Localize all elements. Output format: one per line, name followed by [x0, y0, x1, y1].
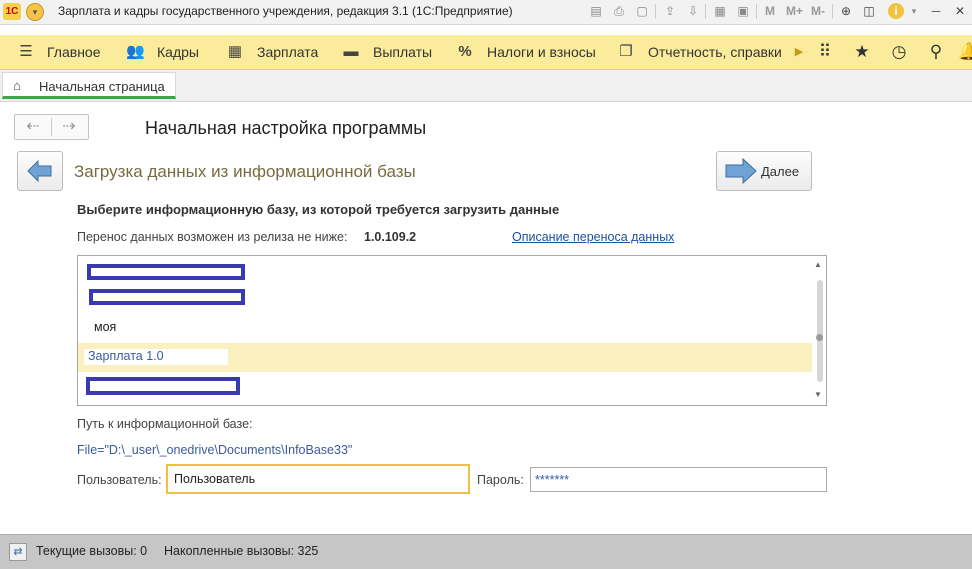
infobase-list[interactable]: моя Зарплата 1.0 ▲ ▼	[77, 255, 827, 406]
back-arrow-icon[interactable]: ⇠	[16, 116, 50, 138]
next-arrow-icon	[725, 158, 757, 184]
path-value: File="D:\_user\_onedrive\Documents\InfoB…	[77, 443, 353, 457]
app-logo-icon: 1С	[3, 3, 21, 20]
bell-icon[interactable]: 🔔	[958, 42, 972, 62]
star-icon[interactable]: ★	[852, 42, 872, 62]
calculator-icon[interactable]: ▦	[712, 3, 728, 19]
redaction-box	[87, 264, 245, 280]
list-item[interactable]: моя	[78, 314, 812, 343]
nav-item-taxes[interactable]: Налоги и взносы	[487, 44, 596, 60]
print-icon[interactable]: ⎙	[611, 3, 627, 19]
tab-bar: ⌂ Начальная страница	[0, 70, 972, 102]
toolbar-separator	[655, 4, 656, 19]
tab-home[interactable]: ⌂ Начальная страница	[2, 72, 176, 99]
history-icon[interactable]: ◷	[889, 42, 909, 62]
toolbar-separator	[832, 4, 833, 19]
release-label: Перенос данных возможен из релиза не ниж…	[77, 230, 348, 244]
grid-icon[interactable]: ⠿	[815, 42, 835, 62]
description-link[interactable]: Описание переноса данных	[512, 230, 674, 244]
main-navigation: ☰ Главное 👥 Кадры ▦ Зарплата ▬ Выплаты %…	[0, 35, 972, 70]
nav-item-salary[interactable]: Зарплата	[257, 44, 318, 60]
memory-m-button[interactable]: M	[765, 4, 775, 18]
performance-icon[interactable]: ⇄	[9, 543, 27, 561]
reports-icon[interactable]: ❐	[617, 43, 635, 61]
main-menu-dropdown-icon[interactable]: ▾	[26, 3, 44, 21]
wallet-icon[interactable]: ▬	[342, 43, 360, 61]
list-item[interactable]	[78, 284, 812, 313]
calendar-icon[interactable]: ▣	[735, 3, 751, 19]
list-item-label: Зарплата 1.0	[88, 349, 164, 363]
list-item[interactable]	[78, 372, 812, 401]
release-value: 1.0.109.2	[364, 230, 417, 244]
nav-item-personnel[interactable]: Кадры	[157, 44, 199, 60]
nav-item-main[interactable]: Главное	[47, 44, 101, 60]
toolbar-separator	[756, 4, 757, 19]
search-icon[interactable]: ⚲	[926, 42, 946, 62]
download-icon[interactable]: ⇩	[685, 3, 701, 19]
toolbar-separator	[705, 4, 706, 19]
list-item-selected[interactable]: Зарплата 1.0	[78, 343, 812, 372]
hamburger-icon[interactable]: ☰	[17, 43, 35, 61]
people-icon[interactable]: 👥	[126, 43, 145, 61]
instruction-text: Выберите информационную базу, из которой…	[77, 202, 560, 217]
panels-icon[interactable]: ◫	[861, 3, 877, 19]
scroll-down-icon[interactable]: ▼	[811, 390, 825, 399]
history-navigation: ⇠ ⇢	[14, 114, 89, 140]
list-item-label: моя	[94, 320, 117, 334]
accumulated-calls: Накопленные вызовы: 325	[164, 544, 319, 558]
tab-home-label: Начальная страница	[39, 79, 165, 94]
scroll-thumb[interactable]	[817, 280, 823, 382]
redaction-box	[89, 289, 245, 305]
password-field[interactable]	[530, 467, 827, 492]
scroll-position-indicator	[816, 334, 823, 341]
status-bar: ⇄ Текущие вызовы: 0 Накопленные вызовы: …	[0, 534, 972, 569]
nav-item-reports[interactable]: Отчетность, справки	[648, 44, 782, 60]
user-field[interactable]	[166, 464, 470, 494]
close-icon[interactable]: ✕	[952, 3, 968, 19]
back-arrow-icon	[27, 160, 52, 182]
redaction-box	[86, 377, 240, 395]
next-button-label[interactable]: Далее	[761, 164, 799, 179]
user-label: Пользователь:	[77, 473, 162, 487]
home-icon: ⌂	[13, 78, 21, 93]
current-calls: Текущие вызовы: 0	[36, 544, 148, 558]
percent-icon[interactable]: %	[456, 43, 474, 61]
minimize-icon[interactable]: ─	[928, 3, 944, 19]
calculator-icon[interactable]: ▦	[226, 43, 244, 61]
info-dropdown-icon[interactable]: ▾	[906, 3, 922, 19]
path-label: Путь к информационной базе:	[77, 417, 253, 431]
preview-icon[interactable]: ▢	[634, 3, 650, 19]
scroll-up-icon[interactable]: ▲	[811, 260, 825, 269]
nav-item-payments[interactable]: Выплаты	[373, 44, 432, 60]
page-title: Начальная настройка программы	[145, 118, 427, 138]
more-chevron-icon[interactable]: ▶	[790, 43, 808, 61]
upload-icon[interactable]: ⇪	[662, 3, 678, 19]
zoom-icon[interactable]: ⊕	[838, 3, 854, 19]
window-title: Зарплата и кадры государственного учрежд…	[58, 4, 513, 18]
window-title-bar: 1С ▾ Зарплата и кадры государственного у…	[0, 0, 972, 25]
list-item[interactable]	[78, 257, 812, 286]
memory-minus-button[interactable]: M-	[811, 4, 825, 18]
info-icon[interactable]: i	[888, 3, 904, 19]
forward-arrow-icon[interactable]: ⇢	[52, 116, 86, 138]
back-button[interactable]	[17, 151, 63, 191]
step-title: Загрузка данных из информационной базы	[74, 162, 416, 181]
password-label: Пароль:	[477, 473, 524, 487]
save-icon[interactable]: ▤	[588, 3, 604, 19]
memory-plus-button[interactable]: M+	[786, 4, 803, 18]
